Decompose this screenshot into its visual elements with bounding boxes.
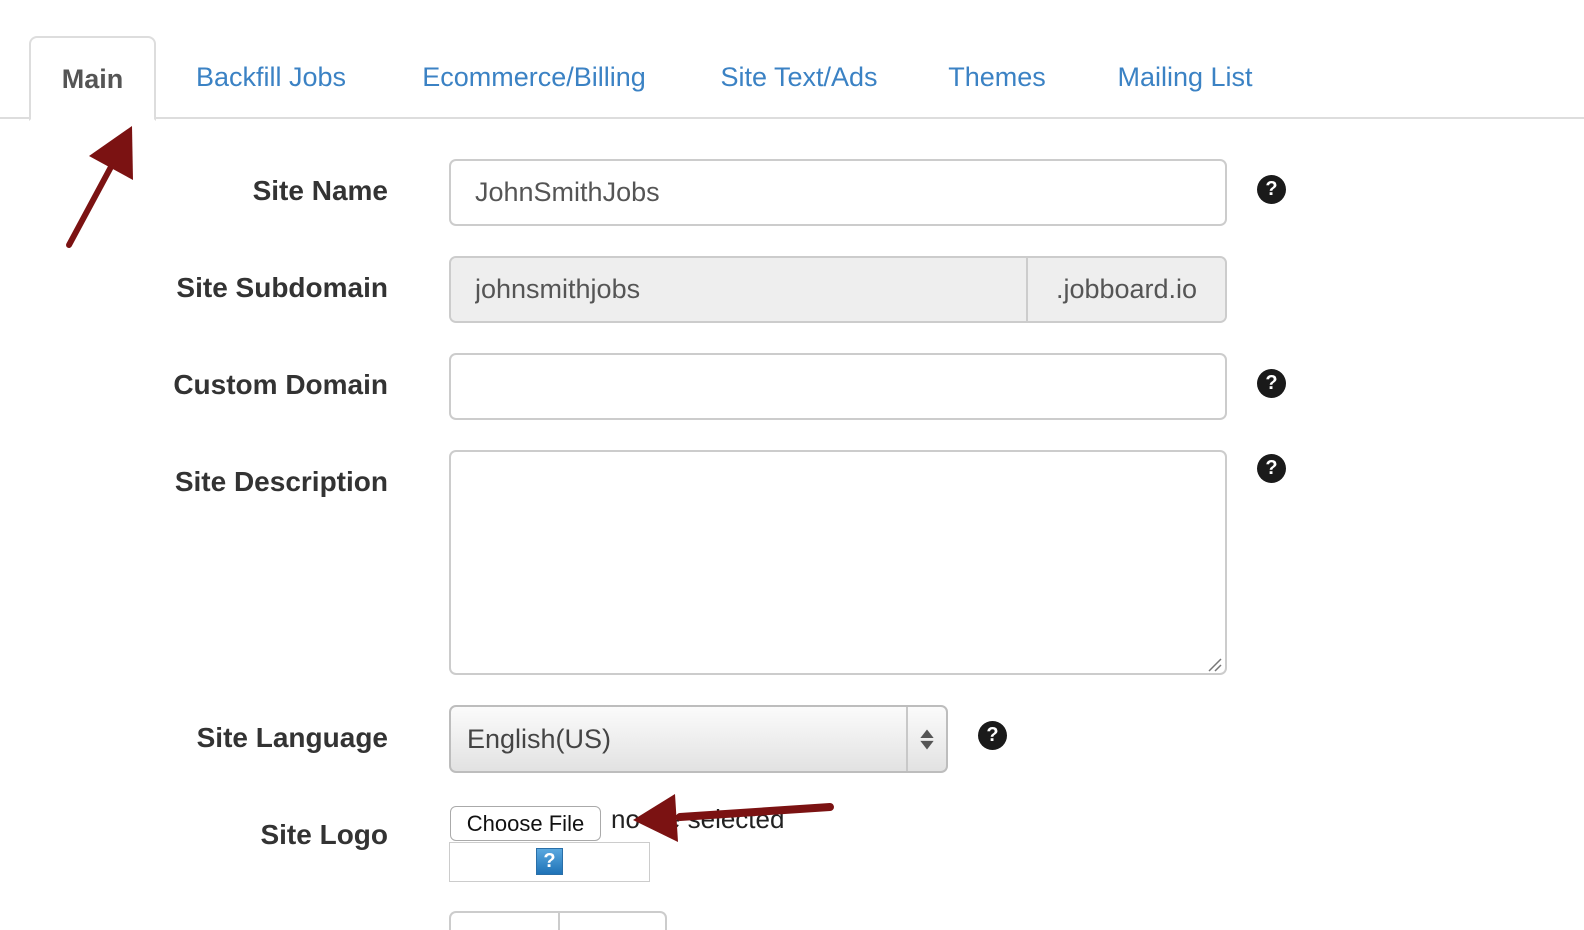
site-language-label: Site Language (196, 722, 388, 753)
site-logo-label: Site Logo (260, 819, 388, 850)
resize-grip-icon[interactable] (1206, 656, 1222, 672)
site-description-label: Site Description (174, 466, 388, 497)
help-icon[interactable]: ? (978, 721, 1007, 750)
site-language-select[interactable]: English(US) (449, 705, 948, 773)
subdomain-suffix: .jobboard.io (1026, 258, 1225, 321)
help-icon[interactable]: ? (1257, 454, 1286, 483)
subdomain-input-group: .jobboard.io (449, 256, 1227, 323)
custom-domain-label: Custom Domain (173, 369, 388, 400)
help-icon[interactable]: ? (1257, 175, 1286, 204)
site-subdomain-label: Site Subdomain (176, 272, 388, 303)
divider (558, 913, 560, 930)
tab-themes[interactable]: Themes (934, 36, 1060, 119)
tab-main[interactable]: Main (29, 36, 156, 121)
site-name-input[interactable] (449, 159, 1227, 226)
custom-domain-input[interactable] (449, 353, 1227, 420)
file-status-text: no file selected (611, 804, 785, 834)
tab-ecommerce-billing[interactable]: Ecommerce/Billing (404, 36, 664, 119)
logo-preview: ? (449, 842, 650, 882)
choose-file-button[interactable]: Choose File (450, 806, 601, 841)
next-control-partial[interactable] (449, 911, 667, 930)
site-language-value: English(US) (467, 724, 612, 754)
settings-page: Main Backfill Jobs Ecommerce/Billing Sit… (0, 0, 1584, 930)
site-subdomain-input[interactable] (451, 258, 1026, 321)
site-name-label: Site Name (252, 175, 388, 206)
select-arrows-icon (906, 707, 934, 771)
help-icon[interactable]: ? (1257, 369, 1286, 398)
tab-backfill-jobs[interactable]: Backfill Jobs (178, 36, 364, 119)
broken-image-icon: ? (536, 848, 563, 875)
tab-mailing-list[interactable]: Mailing List (1100, 36, 1270, 119)
site-description-textarea[interactable] (449, 450, 1227, 675)
tab-bar: Main Backfill Jobs Ecommerce/Billing Sit… (0, 0, 1584, 121)
tab-site-text-ads[interactable]: Site Text/Ads (704, 36, 894, 119)
